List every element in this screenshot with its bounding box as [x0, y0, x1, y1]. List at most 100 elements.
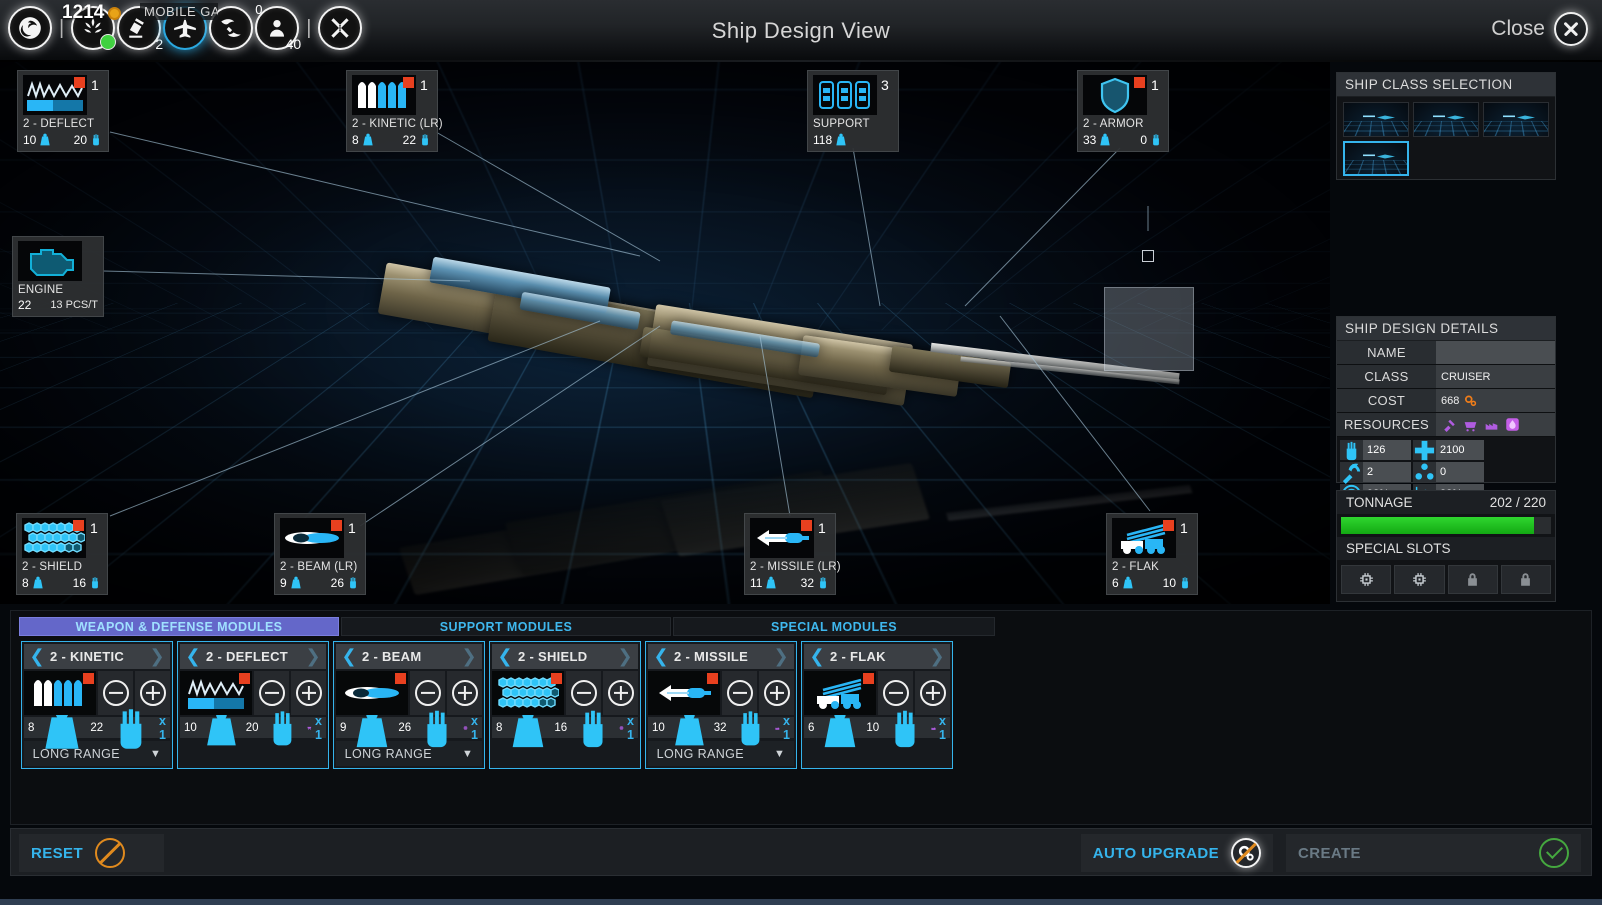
module-range-label: LONG RANGE — [33, 747, 120, 761]
viewport-module-card-support[interactable]: 3 SUPPORT 118 — [807, 70, 899, 152]
prev-module-button[interactable]: ❮ — [336, 644, 362, 669]
module-card-body — [336, 671, 482, 715]
viewport-module-card-deflect[interactable]: 1 2 - DEFLECT 10 20 — [17, 70, 109, 152]
module-power-value: 26 — [398, 722, 411, 734]
module-stats: 118 — [813, 132, 893, 147]
reset-button[interactable]: RESET — [19, 834, 164, 872]
module-card-shield[interactable]: ❮ 2 - SHIELD ❯ 8 16 x 1 — [489, 641, 641, 769]
class-cell-2[interactable] — [1413, 102, 1479, 137]
next-module-button[interactable]: ❯ — [300, 644, 326, 669]
upgrade-flag-icon — [403, 77, 414, 88]
module-card-missile[interactable]: ❮ 2 - MISSILE ❯ 10 32 x 1 LONG RANGE ▼ — [645, 641, 797, 769]
module-multiplier: x 1 — [939, 714, 946, 742]
module-art-flak-icon — [804, 671, 876, 715]
next-module-button[interactable]: ❯ — [768, 644, 794, 669]
ship-model[interactable] — [370, 206, 1200, 436]
module-weight-value: 10 — [184, 722, 197, 734]
module-stat-weight: 6 — [1112, 575, 1135, 590]
module-power-value: 20 — [246, 722, 259, 734]
module-name: 2 - MISSILE (LR) — [750, 561, 830, 573]
upgrade-flag-icon — [239, 673, 250, 684]
module-card-stats: 10 32 x 1 — [648, 717, 794, 738]
next-module-button[interactable]: ❯ — [612, 644, 638, 669]
prev-module-button[interactable]: ❮ — [180, 644, 206, 669]
module-card-stats: 6 10 x 1 — [804, 717, 950, 738]
module-stat-weight: 8 — [22, 575, 45, 590]
gears-icon — [1463, 394, 1478, 408]
module-card-deflect[interactable]: ❮ 2 - DEFLECT ❯ 10 20 x 1 — [177, 641, 329, 769]
viewport-module-card-armor[interactable]: 1 2 - ARMOR 33 0 — [1077, 70, 1169, 152]
ship-class-selection-panel: SHIP CLASS SELECTION — [1336, 72, 1556, 180]
class-ship-silhouette-icon — [1495, 112, 1537, 121]
minus-icon — [727, 680, 753, 706]
atom-icon — [619, 721, 624, 735]
module-stats: 11 32 — [750, 575, 830, 590]
ship-name-input[interactable] — [1436, 341, 1555, 364]
module-stats: 8 22 — [352, 132, 432, 147]
tab-weapon-defense-modules[interactable]: WEAPON & DEFENSE MODULES — [19, 617, 339, 636]
module-stat-weight: 33 — [1083, 132, 1112, 147]
credits-coin-icon — [108, 7, 121, 20]
reset-button-label: RESET — [31, 845, 83, 862]
next-module-button[interactable]: ❯ — [924, 644, 950, 669]
viewport-module-card-engine[interactable]: ENGINE 22 13 PCS/T — [12, 236, 104, 317]
module-card-stats: 9 26 x 1 — [336, 717, 482, 738]
prev-module-button[interactable]: ❮ — [648, 644, 674, 669]
class-cell-grid — [1343, 160, 1409, 176]
class-cell-1[interactable] — [1343, 102, 1409, 137]
special-slot-3 — [1448, 565, 1498, 594]
close-button-label: Close — [1491, 17, 1545, 41]
module-card-beam[interactable]: ❮ 2 - BEAM ❯ 9 26 x 1 LONG RANGE ▼ — [333, 641, 485, 769]
module-range-label: LONG RANGE — [345, 747, 432, 761]
tab-special-modules[interactable]: SPECIAL MODULES — [673, 617, 995, 636]
viewport-module-card-beam-lr[interactable]: 1 2 - BEAM (LR) 9 26 — [274, 513, 366, 595]
module-weight-value: 9 — [340, 722, 346, 734]
chip-icon — [1411, 571, 1428, 588]
action-bar: RESET AUTO UPGRADE CREATE — [10, 828, 1592, 876]
plus-icon — [140, 680, 166, 706]
tab-support-modules[interactable]: SUPPORT MODULES — [341, 617, 671, 636]
module-selection-box[interactable] — [1104, 287, 1194, 371]
detail-row-name: NAME — [1337, 341, 1555, 365]
module-card-flak[interactable]: ❮ 2 - FLAK ❯ 6 10 x 1 — [801, 641, 953, 769]
detail-value-resources — [1436, 413, 1555, 436]
module-card-kinetic[interactable]: ❮ 2 - KINETIC ❯ 8 22 x 1 LONG RANGE ▼ — [21, 641, 173, 769]
minus-icon — [571, 680, 597, 706]
radar-icon — [1340, 461, 1363, 484]
module-stat-power: 0 — [1140, 132, 1163, 147]
module-art-engine-icon — [18, 241, 82, 281]
population-count: 0 — [255, 2, 262, 17]
module-stats: 33 0 — [1083, 132, 1163, 147]
ship-3d-viewport[interactable]: 1 2 - DEFLECT 10 20 1 2 - KINETIC (LR) 8… — [0, 56, 1330, 604]
viewport-module-card-missile-lr[interactable]: 1 2 - MISSILE (LR) 11 32 — [744, 513, 836, 595]
module-art-kinetic-icon — [24, 671, 96, 715]
class-cell-4[interactable] — [1343, 141, 1409, 176]
viewport-module-card-shield[interactable]: 1 2 - SHIELD 8 16 — [16, 513, 108, 595]
weight-icon — [1121, 575, 1135, 590]
module-card-stats: 8 16 x 1 — [492, 717, 638, 738]
chevron-down-icon: ▼ — [462, 748, 473, 760]
module-name: 2 - BEAM (LR) — [280, 561, 360, 573]
class-ship-silhouette-icon — [1355, 112, 1397, 121]
special-slot-1[interactable] — [1341, 565, 1391, 594]
prev-module-button[interactable]: ❮ — [492, 644, 518, 669]
class-cell-3[interactable] — [1483, 102, 1549, 137]
tonnage-header: TONNAGE 202 / 220 — [1337, 491, 1555, 514]
minus-icon — [883, 680, 909, 706]
next-module-button[interactable]: ❯ — [144, 644, 170, 669]
viewport-module-card-flak[interactable]: 1 2 - FLAK 6 10 — [1106, 513, 1198, 595]
module-quantity: 1 — [90, 518, 98, 535]
module-card-title: 2 - MISSILE — [674, 649, 768, 664]
auto-upgrade-button[interactable]: AUTO UPGRADE — [1081, 834, 1273, 872]
next-module-button[interactable]: ❯ — [456, 644, 482, 669]
special-slot-2[interactable] — [1394, 565, 1444, 594]
prev-module-button[interactable]: ❮ — [804, 644, 830, 669]
module-card-top: 1 — [750, 518, 830, 558]
create-button[interactable]: CREATE — [1286, 834, 1581, 872]
close-button[interactable]: Close — [1491, 12, 1588, 46]
viewport-module-card-kinetic-lr[interactable]: 1 2 - KINETIC (LR) 8 22 — [346, 70, 438, 152]
module-card-top — [18, 241, 98, 281]
auto-upgrade-button-label: AUTO UPGRADE — [1093, 845, 1219, 862]
prev-module-button[interactable]: ❮ — [24, 644, 50, 669]
module-stats: 22 13 PCS/T — [18, 298, 98, 312]
